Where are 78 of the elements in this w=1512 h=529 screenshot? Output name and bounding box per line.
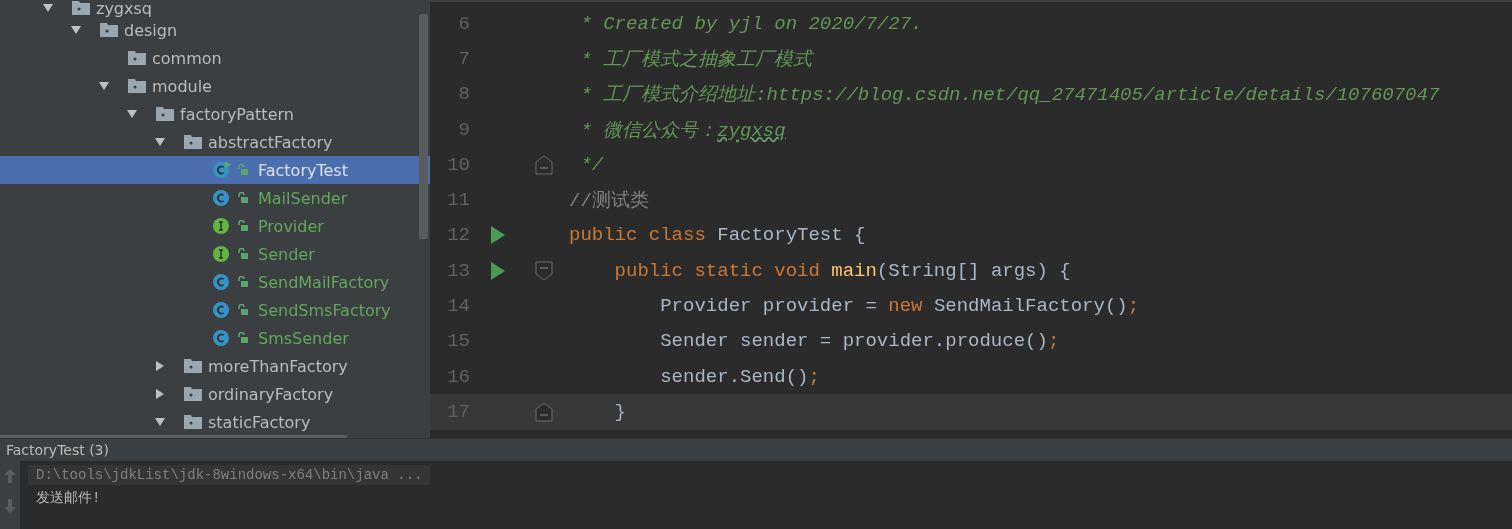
lock-icon xyxy=(238,248,248,260)
lock-icon xyxy=(238,332,248,344)
code-line: Sender sender = provider.produce(); xyxy=(659,330,1060,353)
expanded-arrow-icon[interactable] xyxy=(70,24,82,36)
line-number: 9 xyxy=(457,118,470,141)
folder-icon xyxy=(156,107,174,121)
tree-item[interactable]: design xyxy=(0,16,430,44)
lock-icon xyxy=(238,164,248,176)
tree-item[interactable]: abstractFactory xyxy=(0,128,430,156)
fold-icon[interactable] xyxy=(535,154,553,175)
line-number: 11 xyxy=(446,189,470,212)
code-line: */ xyxy=(579,153,604,176)
folder-icon xyxy=(128,79,146,93)
line-number: 12 xyxy=(446,224,470,247)
code-line: * Created by yjl on 2020/7/27. xyxy=(579,12,923,35)
expanded-arrow-icon[interactable] xyxy=(126,108,138,120)
lock-icon xyxy=(238,220,248,232)
line-number: 7 xyxy=(457,47,470,70)
line-number: 8 xyxy=(457,83,470,106)
folder-icon xyxy=(184,415,202,429)
tree-item[interactable]: zygxsq xyxy=(0,0,430,16)
folder-icon xyxy=(128,51,146,65)
fold-icon[interactable] xyxy=(535,260,553,281)
code-line: * 微信公众号：zygxsq xyxy=(579,118,786,143)
tree-item[interactable]: SendMailFactory xyxy=(0,268,430,296)
code-line: public static void main(String[] args) { xyxy=(613,259,1071,282)
class-icon xyxy=(212,301,232,319)
lock-icon xyxy=(238,276,248,288)
line-number: 16 xyxy=(446,365,470,388)
tree-item[interactable]: SmsSender xyxy=(0,324,430,352)
line-number: 10 xyxy=(446,153,470,176)
tree-item[interactable]: ordinaryFactory xyxy=(0,380,430,408)
tree-item[interactable]: FactoryTest xyxy=(0,156,430,184)
fold-icon[interactable] xyxy=(535,401,553,422)
folder-icon xyxy=(184,135,202,149)
tree-item[interactable]: Sender xyxy=(0,240,430,268)
runnable-class-icon xyxy=(212,161,232,179)
collapsed-arrow-icon[interactable] xyxy=(154,388,166,400)
expanded-arrow-icon[interactable] xyxy=(154,136,166,148)
code-line: * 工厂模式介绍地址:https://blog.csdn.net/qq_27471405/article/details/107607047 xyxy=(579,83,1440,108)
tree-item[interactable]: common xyxy=(0,44,430,72)
folder-icon xyxy=(100,23,118,37)
tree-item[interactable]: Provider xyxy=(0,212,430,240)
code-line: public class FactoryTest { xyxy=(569,224,866,247)
tree-item[interactable]: SendSmsFactory xyxy=(0,296,430,324)
tree-item[interactable]: module xyxy=(0,72,430,100)
code-line: //测试类 xyxy=(569,189,649,214)
line-number: 13 xyxy=(446,259,470,282)
class-icon xyxy=(212,329,232,347)
expanded-arrow-icon[interactable] xyxy=(154,416,166,428)
code-line: Provider provider = new SendMailFactory(); xyxy=(659,295,1140,317)
code-line: } xyxy=(613,400,626,423)
tree-item[interactable]: moreThanFactory xyxy=(0,352,430,380)
collapsed-arrow-icon[interactable] xyxy=(154,360,166,372)
interface-icon xyxy=(212,217,232,235)
folder-icon xyxy=(184,359,202,373)
expanded-arrow-icon[interactable] xyxy=(42,2,54,14)
class-icon xyxy=(212,273,232,291)
lock-icon xyxy=(238,192,248,204)
line-number: 6 xyxy=(457,12,470,35)
folder-icon xyxy=(184,387,202,401)
run-icon[interactable] xyxy=(490,225,506,246)
line-number: 14 xyxy=(446,295,470,317)
line-number: 15 xyxy=(446,330,470,353)
interface-icon xyxy=(212,245,232,263)
class-icon xyxy=(212,189,232,207)
expanded-arrow-icon[interactable] xyxy=(98,80,110,92)
tree-item[interactable]: staticFactory xyxy=(0,408,430,436)
tree-item[interactable]: MailSender xyxy=(0,184,430,212)
tree-item[interactable]: factoryPattern xyxy=(0,100,430,128)
console-command: D:\tools\jdkList\jdk-8windows-x64\bin\java ... xyxy=(28,465,431,485)
lock-icon xyxy=(238,304,248,316)
run-icon[interactable] xyxy=(490,260,506,281)
scrollbar[interactable] xyxy=(419,14,428,239)
code-line: sender.Send(); xyxy=(659,365,820,388)
run-tab[interactable]: FactoryTest (3) xyxy=(0,442,109,458)
code-line: * 工厂模式之抽象工厂模式 xyxy=(579,47,813,72)
console-output: 发送邮件! xyxy=(35,489,102,508)
